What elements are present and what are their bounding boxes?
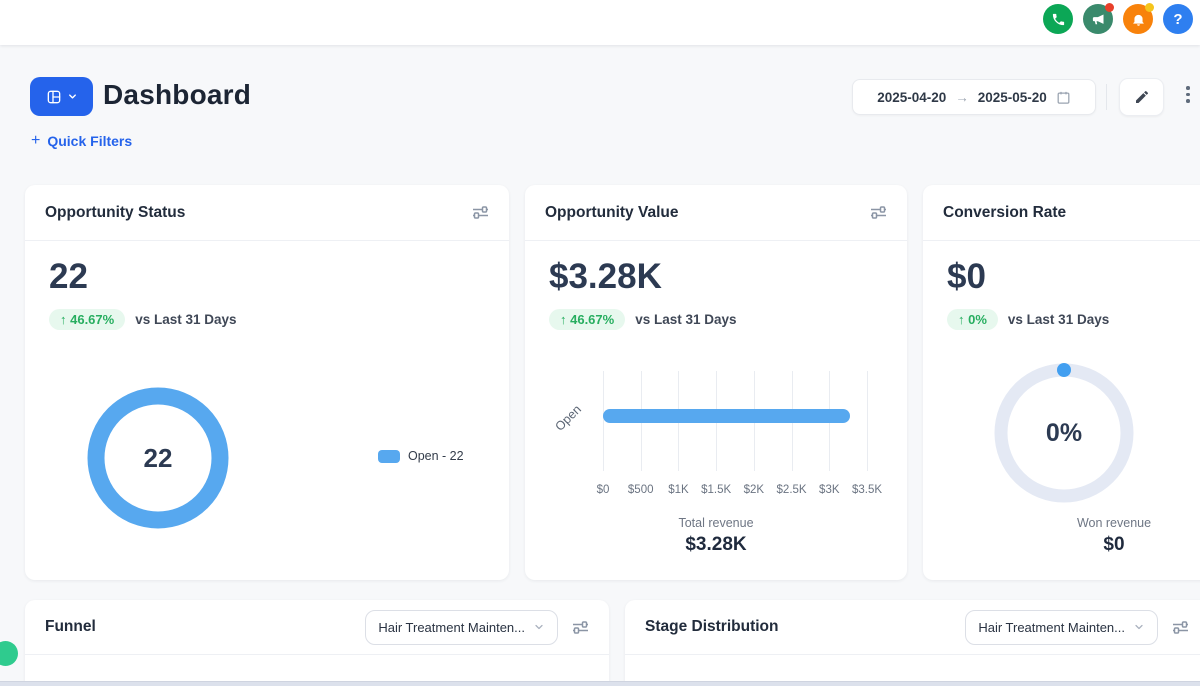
topbar: ? bbox=[0, 0, 1200, 45]
vs-label: vs Last 31 Days bbox=[135, 312, 237, 327]
card-stage-distribution: Stage Distribution Hair Treatment Mainte… bbox=[625, 600, 1200, 686]
sliders-icon bbox=[1172, 620, 1189, 634]
dashboard-page: ? Dashboard 2025-04-20 → 2025-05-20 + Qu… bbox=[0, 0, 1200, 686]
widget-settings-button[interactable] bbox=[1172, 620, 1189, 634]
kpi-value: $3.28K bbox=[549, 257, 662, 296]
chat-widget-button[interactable] bbox=[0, 641, 18, 666]
x-tick-label: $500 bbox=[627, 484, 654, 496]
legend-swatch bbox=[378, 449, 400, 463]
card-header: Funnel Hair Treatment Mainten... bbox=[25, 600, 609, 655]
chevron-down-icon bbox=[1133, 621, 1145, 633]
widget-settings-button[interactable] bbox=[870, 206, 887, 219]
footer-label: Total revenue bbox=[678, 516, 754, 530]
bar-chart-ticks: $0 $500 $1K $1.5K $2K $2.5K $3K $3.5K bbox=[597, 484, 882, 498]
card-title: Opportunity Status bbox=[45, 203, 186, 221]
sliders-icon bbox=[572, 620, 589, 634]
bell-icon bbox=[1131, 12, 1146, 27]
donut-chart-conversion: 0% bbox=[989, 358, 1139, 508]
x-tick-label: $1K bbox=[668, 484, 689, 496]
chevron-down-icon bbox=[67, 91, 78, 102]
layout-grid-icon bbox=[46, 89, 62, 105]
pipeline-select-value: Hair Treatment Mainten... bbox=[978, 619, 1125, 635]
dashboard-switcher-button[interactable] bbox=[30, 77, 93, 116]
chart-legend: Open - 22 bbox=[378, 449, 464, 463]
pencil-icon bbox=[1134, 89, 1150, 105]
kpi-block: $3.28K ↑ 46.67% vs Last 31 Days bbox=[549, 259, 737, 330]
question-icon: ? bbox=[1173, 10, 1183, 28]
announcements-button[interactable] bbox=[1083, 3, 1114, 34]
donut-center-label: 22 bbox=[143, 442, 173, 473]
sliders-icon bbox=[870, 206, 887, 219]
x-tick-label: $0 bbox=[596, 484, 610, 496]
kpi-value: 22 bbox=[49, 257, 88, 296]
legend-label: Open - 22 bbox=[408, 449, 464, 463]
more-options-button[interactable] bbox=[1180, 86, 1196, 108]
page-title: Dashboard bbox=[103, 79, 252, 110]
phone-icon bbox=[1051, 12, 1066, 27]
vs-label: vs Last 31 Days bbox=[1007, 312, 1110, 327]
bar-open bbox=[603, 409, 851, 423]
phone-button[interactable] bbox=[1043, 4, 1073, 34]
card-title: Conversion Rate bbox=[943, 203, 1067, 221]
delta-badge: ↑ 0% bbox=[947, 309, 998, 330]
card-header: Conversion Rate bbox=[923, 185, 1200, 241]
pipeline-select[interactable]: Hair Treatment Mainten... bbox=[365, 609, 558, 645]
notification-badge bbox=[1145, 3, 1154, 12]
sliders-icon bbox=[472, 206, 489, 219]
donut-center-label: 0% bbox=[1045, 418, 1083, 447]
card-funnel: Funnel Hair Treatment Mainten... bbox=[25, 600, 609, 686]
widget-settings-button[interactable] bbox=[472, 206, 489, 219]
card-conversion-rate: Conversion Rate $0 ↑ 0% vs Last 31 Days … bbox=[923, 185, 1200, 580]
card-header: Opportunity Status bbox=[25, 185, 509, 241]
x-tick-label: $2K bbox=[743, 484, 765, 496]
card-title: Stage Distribution bbox=[645, 618, 779, 635]
megaphone-icon bbox=[1091, 12, 1106, 27]
date-to: 2025-05-20 bbox=[977, 89, 1047, 105]
delta-badge: ↑ 46.67% bbox=[549, 309, 626, 330]
x-tick-label: $2.5K bbox=[776, 484, 807, 496]
arrow-right-icon: → bbox=[955, 89, 969, 105]
plus-icon: + bbox=[31, 132, 41, 149]
pipeline-select[interactable]: Hair Treatment Mainten... bbox=[965, 609, 1158, 645]
horizontal-scrollbar[interactable] bbox=[0, 681, 1200, 686]
card-opportunity-value: Opportunity Value $3.28K ↑ 46.67% vs Las… bbox=[525, 185, 907, 580]
footer-value: $0 bbox=[1103, 534, 1125, 555]
unread-badge bbox=[1105, 3, 1114, 12]
kpi-value: $0 bbox=[947, 257, 986, 296]
help-button[interactable]: ? bbox=[1163, 4, 1193, 34]
notifications-button[interactable] bbox=[1123, 3, 1154, 34]
delta-badge: ↑ 46.67% bbox=[49, 309, 126, 330]
card-title: Funnel bbox=[45, 618, 96, 635]
widget-settings-button[interactable] bbox=[572, 620, 589, 634]
vs-label: vs Last 31 Days bbox=[635, 312, 737, 327]
header-divider bbox=[1106, 84, 1107, 110]
chevron-down-icon bbox=[533, 621, 545, 633]
topbar-icon-group: ? bbox=[1043, 3, 1193, 34]
date-range-picker[interactable]: 2025-04-20 → 2025-05-20 bbox=[852, 79, 1096, 115]
donut-chart-open: 22 bbox=[84, 384, 232, 532]
card-header: Stage Distribution Hair Treatment Mainte… bbox=[625, 600, 1200, 655]
quick-filters-label: Quick Filters bbox=[47, 133, 133, 149]
edit-dashboard-button[interactable] bbox=[1119, 78, 1164, 116]
kpi-block: 22 ↑ 46.67% vs Last 31 Days bbox=[49, 259, 237, 330]
card-header: Opportunity Value bbox=[525, 185, 907, 241]
quick-filters-link[interactable]: + Quick Filters bbox=[31, 132, 132, 150]
card-opportunity-status: Opportunity Status 22 ↑ 46.67% vs Last 3… bbox=[25, 185, 509, 580]
calendar-icon bbox=[1056, 90, 1071, 105]
card-title: Opportunity Value bbox=[545, 203, 679, 221]
footer-label: Won revenue bbox=[1076, 516, 1152, 530]
bar-chart-plot bbox=[603, 371, 868, 471]
bar-category-label: Open bbox=[552, 402, 585, 434]
pipeline-select-value: Hair Treatment Mainten... bbox=[378, 619, 525, 635]
footer-value: $3.28K bbox=[685, 534, 747, 555]
kpi-block: $0 ↑ 0% vs Last 31 Days bbox=[947, 259, 1109, 330]
date-from: 2025-04-20 bbox=[877, 89, 947, 105]
x-tick-label: $3.5K bbox=[851, 484, 883, 496]
x-tick-label: $1.5K bbox=[701, 484, 732, 496]
x-tick-label: $3K bbox=[819, 484, 840, 496]
